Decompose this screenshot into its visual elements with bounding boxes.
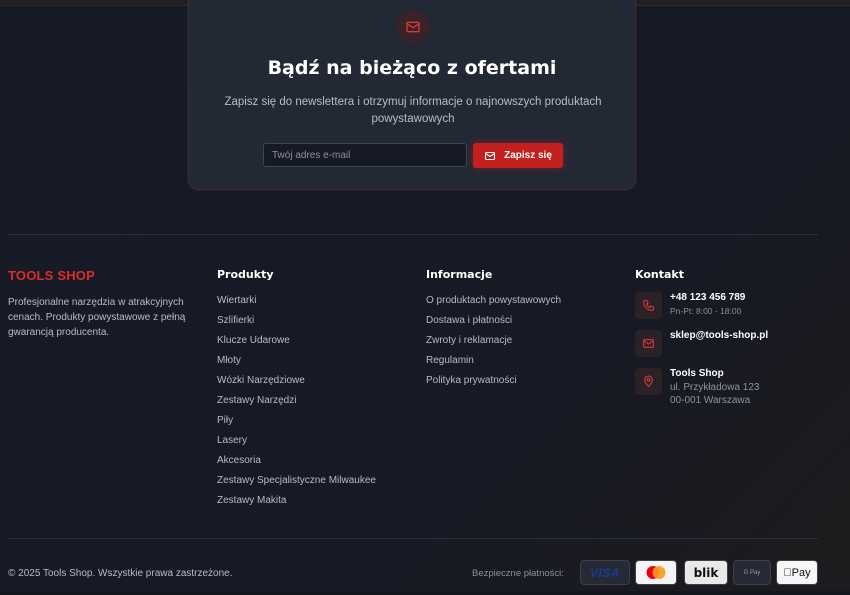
mastercard-icon	[635, 560, 677, 585]
newsletter-title: Bądź na bieżąco z ofertami	[267, 57, 557, 79]
contact-email[interactable]: sklep@tools-shop.pl	[635, 330, 768, 357]
footer-link-mloty[interactable]: Młoty	[217, 355, 241, 366]
footer-link-makita[interactable]: Zestawy Makita	[217, 495, 286, 506]
contact-hours: Pn-Pt: 8:00 - 18:00	[670, 306, 742, 316]
payments-label: Bezpieczne płatności:	[472, 568, 564, 579]
contact-street: ul. Przykładowa 123	[670, 382, 760, 393]
phone-icon	[635, 292, 662, 319]
products-heading: Produkty	[217, 268, 274, 281]
footer-link-lasery[interactable]: Lasery	[217, 435, 247, 446]
brand-name[interactable]: TOOLS SHOP	[8, 268, 198, 283]
contact-email-address: sklep@tools-shop.pl	[670, 330, 769, 341]
apple-pay-icon: Pay	[776, 560, 818, 585]
footer-link-klucze-udarowe[interactable]: Klucze Udarowe	[217, 335, 290, 346]
footer-link-terms[interactable]: Regulamin	[426, 355, 474, 366]
info-heading: Informacje	[426, 268, 493, 281]
footer-divider-top	[8, 234, 818, 235]
products-column: Produkty Wiertarki Szlifierki Klucze Uda…	[217, 268, 376, 514]
mail-icon	[635, 330, 662, 357]
contact-address: Tools Shop ul. Przykładowa 123 00-001 Wa…	[635, 368, 760, 407]
subscribe-button[interactable]: Zapisz się	[473, 143, 563, 168]
contact-column: Kontakt +48 123 456 789 Pn-Pt: 8:00 - 18…	[635, 268, 825, 418]
products-list: Wiertarki Szlifierki Klucze Udarowe Młot…	[217, 294, 376, 514]
footer-link-milwaukee[interactable]: Zestawy Specjalistyczne Milwaukee	[217, 475, 376, 486]
copyright: © 2025 Tools Shop. Wszystkie prawa zastr…	[8, 568, 233, 579]
footer-link-shipping[interactable]: Dostawa i płatności	[426, 315, 512, 326]
info-column: Informacje O produktach powystawowych Do…	[426, 268, 561, 394]
blik-icon: blik	[684, 560, 728, 585]
newsletter-subtitle: Zapisz się do newslettera i otrzymuj inf…	[224, 96, 602, 125]
footer-link-pily[interactable]: Piły	[217, 415, 233, 426]
email-input[interactable]	[263, 143, 467, 167]
footer-link-wozki[interactable]: Wózki Narzędziowe	[217, 375, 305, 386]
contact-phone[interactable]: +48 123 456 789 Pn-Pt: 8:00 - 18:00	[635, 292, 745, 319]
footer-link-returns[interactable]: Zwroty i reklamacje	[426, 335, 512, 346]
subscribe-button-label: Zapisz się	[504, 150, 552, 161]
contact-city: 00-001 Warszawa	[670, 395, 751, 406]
footer-link-szlifierki[interactable]: Szlifierki	[217, 315, 254, 326]
footer-link-wiertarki[interactable]: Wiertarki	[217, 295, 256, 306]
google-pay-icon: G Pay	[733, 560, 771, 585]
mail-icon	[484, 150, 496, 162]
footer-link-privacy[interactable]: Polityka prywatności	[426, 375, 517, 386]
brand-column: TOOLS SHOP Profesjonalne narzędzia w atr…	[8, 268, 198, 340]
contact-heading: Kontakt	[635, 268, 684, 281]
footer-divider-bottom	[8, 538, 818, 539]
mail-icon	[396, 10, 430, 44]
footer-link-about-products[interactable]: O produktach powystawowych	[426, 295, 561, 306]
visa-icon: VISA	[580, 560, 630, 585]
info-list: O produktach powystawowych Dostawa i pła…	[426, 294, 561, 394]
footer-link-akcesoria[interactable]: Akcesoria	[217, 455, 261, 466]
footer-link-zestawy-narzedzi[interactable]: Zestawy Narzędzi	[217, 395, 296, 406]
page-bottom-edge	[0, 591, 850, 595]
newsletter-card: Bądź na bieżąco z ofertami Zapisz się do…	[188, 0, 636, 190]
contact-phone-number: +48 123 456 789	[670, 292, 746, 303]
map-pin-icon	[635, 368, 662, 395]
brand-description: Profesjonalne narzędzia w atrakcyjnych c…	[8, 297, 186, 338]
contact-company: Tools Shop	[670, 368, 724, 379]
